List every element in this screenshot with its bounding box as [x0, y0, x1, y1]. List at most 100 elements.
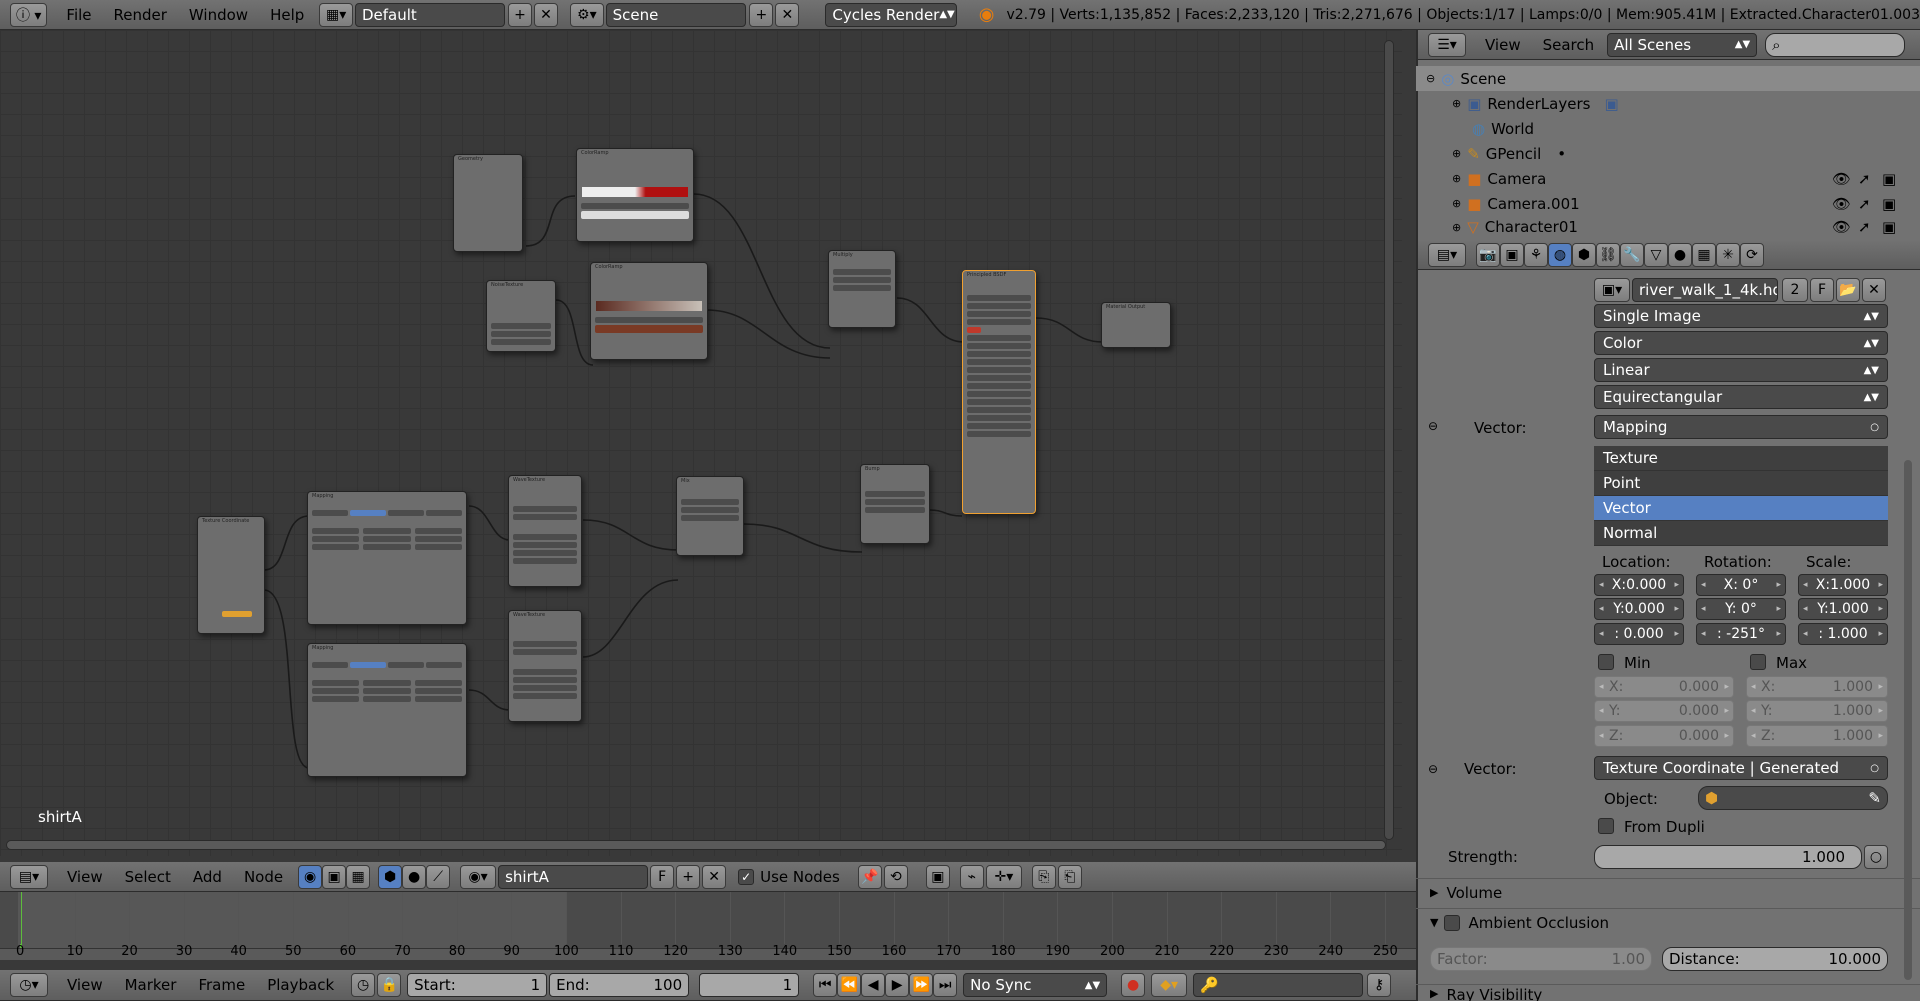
image-name-field[interactable]: river_walk_1_4k.hdr	[1632, 278, 1778, 302]
menu-node[interactable]: Node	[233, 868, 294, 886]
material-tab-icon[interactable]: ●	[1668, 242, 1692, 267]
dropdown-vector[interactable]: Vector	[1594, 496, 1888, 521]
outliner-row-world[interactable]: ◍ World	[1416, 116, 1920, 141]
strength-link-button[interactable]: ○	[1864, 845, 1888, 869]
cursor-icon[interactable]: ➚	[1858, 218, 1871, 236]
outliner-row-character01[interactable]: ⊕ ▽ Character01 👁 ➚ ▣	[1416, 216, 1920, 238]
play-icon[interactable]: ▶	[885, 973, 910, 997]
strength-slider[interactable]: 1.000	[1594, 845, 1862, 869]
outliner-editor-icon[interactable]: ☰▾	[1428, 32, 1466, 57]
add-scene-button[interactable]: +	[749, 2, 774, 27]
interpolation-select[interactable]: Linear ▲▼	[1594, 358, 1888, 382]
dropdown-normal[interactable]: Normal	[1594, 521, 1888, 546]
insert-keyframe-icon[interactable]: ⚷	[1367, 973, 1392, 997]
max-checkbox[interactable]	[1750, 654, 1766, 670]
jump-start-icon[interactable]: ⏮	[813, 973, 838, 997]
image-source-select[interactable]: Single Image ▲▼	[1594, 304, 1888, 328]
collapse-icon[interactable]: ⊖	[1426, 72, 1435, 85]
current-frame-field[interactable]: 1	[699, 973, 800, 997]
min-x-field[interactable]: X:0.000	[1594, 676, 1734, 698]
unlink-image-icon[interactable]: ✕	[1862, 278, 1886, 302]
record-icon[interactable]: ●	[1121, 973, 1146, 997]
scale-x-field[interactable]: X:1.000	[1798, 574, 1888, 596]
wave-texture-node-2[interactable]: WaveTexture	[508, 610, 582, 722]
expand-icon[interactable]: ⊕	[1452, 172, 1461, 185]
volume-panel-header[interactable]: ▶ Volume	[1416, 878, 1920, 906]
keying-set-field[interactable]: 🔑	[1193, 973, 1364, 997]
expand-icon[interactable]: ⊕	[1452, 97, 1461, 110]
jump-keyframe-back-icon[interactable]: ⏪	[837, 973, 862, 997]
render-tab-icon[interactable]: 📷	[1476, 242, 1500, 267]
menu-window[interactable]: Window	[178, 6, 259, 24]
menu-view[interactable]: View	[56, 868, 114, 886]
backdrop-icon[interactable]: ▣	[925, 864, 950, 889]
outliner-row-scene[interactable]: ⊖ ◎ Scene	[1416, 66, 1920, 91]
min-y-field[interactable]: Y:0.000	[1594, 700, 1734, 722]
snap-element-icon[interactable]: ✛▾	[985, 864, 1022, 889]
particles-tab-icon[interactable]: ✳	[1716, 242, 1740, 267]
eye-icon[interactable]: 👁	[1832, 195, 1851, 213]
timeline-editor-icon[interactable]: ◷▾	[10, 973, 48, 997]
cursor-icon[interactable]: ➚	[1858, 195, 1871, 213]
info-editor-icon[interactable]: ⓘ ▾	[10, 2, 48, 27]
new-material-button[interactable]: +	[676, 864, 701, 889]
jump-keyframe-forward-icon[interactable]: ⏩	[909, 973, 934, 997]
vector2-collapse-icon[interactable]: ⊖	[1428, 762, 1438, 776]
location-z-field[interactable]: : 0.000	[1594, 623, 1684, 645]
eye-icon[interactable]: 👁	[1832, 170, 1851, 188]
colorramp-node-1[interactable]: ColorRamp	[576, 148, 694, 242]
from-dupli-checkbox[interactable]	[1598, 818, 1614, 834]
properties-editor-icon[interactable]: ▤▾	[1428, 242, 1466, 267]
expand-icon[interactable]: ⊕	[1452, 197, 1461, 210]
bump-node[interactable]: Bump	[860, 464, 930, 544]
menu-select[interactable]: Select	[114, 868, 182, 886]
image-browse-icon[interactable]: ▣▾	[1594, 278, 1630, 302]
editor-type-icon[interactable]: ▤▾	[10, 864, 48, 889]
image-users-button[interactable]: 2	[1782, 278, 1808, 302]
material-output-node[interactable]: Material Output	[1101, 302, 1171, 348]
ao-distance-field[interactable]: Distance: 10.000	[1662, 947, 1888, 971]
outliner-row-camera[interactable]: ⊕ ■ Camera 👁 ➚ ▣	[1416, 166, 1920, 191]
mapping-node-1[interactable]: Mapping	[307, 491, 467, 625]
menu-marker[interactable]: Marker	[114, 976, 188, 994]
max-z-field[interactable]: Z:1.000	[1746, 725, 1888, 747]
geometry-node[interactable]: Geometry	[453, 154, 523, 252]
jump-end-icon[interactable]: ⏭	[933, 973, 958, 997]
end-frame-field[interactable]: End: 100	[549, 973, 690, 997]
world-tab-icon[interactable]: ◍	[1548, 242, 1572, 267]
render-icon[interactable]: ▣	[1882, 170, 1896, 188]
wave-texture-node-1[interactable]: WaveTexture	[508, 475, 582, 587]
scene-tab-icon[interactable]: ⚘	[1524, 242, 1548, 267]
preview-range-icon[interactable]: ◷	[351, 973, 376, 997]
linestyle-shader-icon[interactable]: ⟋	[426, 864, 451, 889]
start-frame-field[interactable]: Start: 1	[407, 973, 548, 997]
outliner-menu-view[interactable]: View	[1474, 36, 1532, 54]
scene-field[interactable]: Scene	[605, 2, 747, 27]
horizontal-scrollbar[interactable]	[6, 840, 1386, 850]
copy-nodes-icon[interactable]: ⎘	[1031, 864, 1056, 889]
texture-tab-icon[interactable]: ▦	[1692, 242, 1716, 267]
outliner-row-renderlayers[interactable]: ⊕ ▣ RenderLayers ▣	[1416, 91, 1920, 116]
ray-visibility-panel-header[interactable]: ▶ Ray Visibility	[1416, 984, 1920, 1001]
location-x-field[interactable]: X:0.000	[1594, 574, 1684, 596]
open-image-icon[interactable]: 📂	[1836, 278, 1860, 302]
snap-icon[interactable]: ⌁	[959, 864, 984, 889]
remove-scene-button[interactable]: ✕	[775, 2, 800, 27]
noise-texture-node[interactable]: NoiseTexture	[486, 280, 556, 352]
scale-y-field[interactable]: Y:1.000	[1798, 598, 1888, 620]
properties-scrollbar[interactable]	[1904, 460, 1912, 980]
shader-type-icon[interactable]: ◉	[298, 864, 323, 889]
render-engine-select[interactable]: Cycles Render ▲▼	[825, 2, 957, 27]
world-shader-icon[interactable]: ●	[402, 864, 427, 889]
modifiers-tab-icon[interactable]: 🔧	[1620, 242, 1644, 267]
material-browse-icon[interactable]: ◉▾	[460, 864, 497, 889]
render-icon[interactable]: ▣	[1882, 195, 1896, 213]
cursor-icon[interactable]: ➚	[1858, 170, 1871, 188]
menu-frame[interactable]: Frame	[187, 976, 256, 994]
menu-render[interactable]: Render	[103, 6, 178, 24]
multiply-node[interactable]: Multiply	[828, 250, 896, 328]
expand-icon[interactable]: ⊕	[1452, 221, 1461, 234]
menu-timeline-view[interactable]: View	[56, 976, 114, 994]
layout-icon[interactable]: ▦▾	[319, 2, 353, 27]
menu-file[interactable]: File	[55, 6, 102, 24]
